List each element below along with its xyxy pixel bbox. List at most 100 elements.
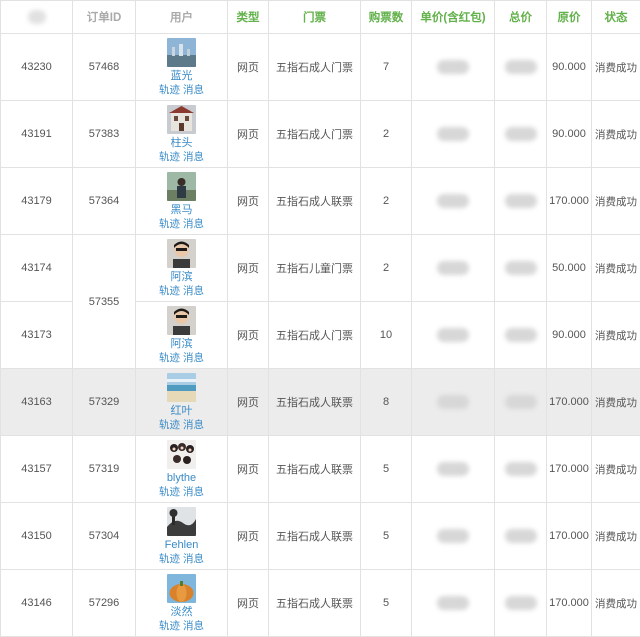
header-ticket[interactable]: 门票 xyxy=(269,1,361,34)
message-link[interactable]: 消息 xyxy=(183,419,204,431)
message-link[interactable]: 消息 xyxy=(183,352,204,364)
user-name-link[interactable]: 黑马 xyxy=(136,203,227,217)
cell-id: 43163 xyxy=(1,369,73,436)
header-total[interactable]: 总价 xyxy=(495,1,547,34)
cell-orig-price: 50.000 xyxy=(547,235,592,302)
portrait-avatar[interactable] xyxy=(167,239,196,268)
message-link[interactable]: 消息 xyxy=(183,84,204,96)
cell-orig-price: 170.000 xyxy=(547,369,592,436)
message-link[interactable]: 消息 xyxy=(183,486,204,498)
person-avatar[interactable] xyxy=(167,172,196,201)
blurred-unit-price xyxy=(437,194,469,208)
sky-avatar[interactable] xyxy=(167,38,196,67)
table-row: 43174 57355 阿滨 轨迹 消息 网页 五指石儿童门票 2 50.000… xyxy=(1,235,640,302)
user-actions: 轨迹 消息 xyxy=(136,284,227,298)
user-name-link[interactable]: 阿滨 xyxy=(136,270,227,284)
message-link[interactable]: 消息 xyxy=(183,553,204,565)
table-header-row: 订单ID 用户 类型 门票 购票数 单价(含红包) 总价 原价 状态 xyxy=(1,1,640,34)
user-actions: 轨迹 消息 xyxy=(136,217,227,231)
track-link[interactable]: 轨迹 xyxy=(159,285,180,297)
track-link[interactable]: 轨迹 xyxy=(159,620,180,632)
cell-type: 网页 xyxy=(228,302,269,369)
cell-ticket: 五指石成人联票 xyxy=(269,369,361,436)
track-link[interactable]: 轨迹 xyxy=(159,553,180,565)
track-link[interactable]: 轨迹 xyxy=(159,84,180,96)
track-link[interactable]: 轨迹 xyxy=(159,419,180,431)
blurred-unit-price xyxy=(437,529,469,543)
cell-unit-price xyxy=(412,235,495,302)
blurred-unit-price xyxy=(437,462,469,476)
doll-avatar[interactable] xyxy=(167,440,196,469)
user-name-link[interactable]: Fehlen xyxy=(136,538,227,552)
cell-id: 43157 xyxy=(1,436,73,503)
blurred-total xyxy=(505,395,537,409)
cell-user: 柱头 轨迹 消息 xyxy=(136,101,228,168)
message-link[interactable]: 消息 xyxy=(183,218,204,230)
cell-qty: 10 xyxy=(361,302,412,369)
user-name-link[interactable]: 红叶 xyxy=(136,404,227,418)
pumpkin-avatar[interactable] xyxy=(167,574,196,603)
cell-total xyxy=(495,369,547,436)
cell-type: 网页 xyxy=(228,436,269,503)
cell-qty: 2 xyxy=(361,235,412,302)
user-name-link[interactable]: blythe xyxy=(136,471,227,485)
track-link[interactable]: 轨迹 xyxy=(159,486,180,498)
user-actions: 轨迹 消息 xyxy=(136,619,227,633)
header-id[interactable] xyxy=(1,1,73,34)
header-unit-price[interactable]: 单价(含红包) xyxy=(412,1,495,34)
cell-qty: 2 xyxy=(361,101,412,168)
cell-unit-price xyxy=(412,436,495,503)
message-link[interactable]: 消息 xyxy=(183,620,204,632)
cell-order-id: 57304 xyxy=(73,503,136,570)
user-name-link[interactable]: 淡然 xyxy=(136,605,227,619)
cell-type: 网页 xyxy=(228,34,269,101)
cell-qty: 7 xyxy=(361,34,412,101)
cell-orig-price: 170.000 xyxy=(547,436,592,503)
user-name-link[interactable]: 柱头 xyxy=(136,136,227,150)
track-link[interactable]: 轨迹 xyxy=(159,218,180,230)
landscape-avatar[interactable] xyxy=(167,507,196,536)
header-user[interactable]: 用户 xyxy=(136,1,228,34)
table-row: 43157 57319 blythe 轨迹 消息 网页 五指石成人联票 5 17… xyxy=(1,436,640,503)
cell-type: 网页 xyxy=(228,101,269,168)
orders-table: 订单ID 用户 类型 门票 购票数 单价(含红包) 总价 原价 状态 43230… xyxy=(0,0,640,637)
portrait-avatar[interactable] xyxy=(167,306,196,335)
cell-id: 43179 xyxy=(1,168,73,235)
table-row: 43146 57296 淡然 轨迹 消息 网页 五指石成人联票 5 170.00… xyxy=(1,570,640,637)
header-order-id[interactable]: 订单ID xyxy=(73,1,136,34)
table-row-highlighted: 43163 57329 红叶 轨迹 消息 网页 五指石成人联票 8 170.00… xyxy=(1,369,640,436)
cell-total xyxy=(495,503,547,570)
user-actions: 轨迹 消息 xyxy=(136,83,227,97)
cell-orig-price: 170.000 xyxy=(547,570,592,637)
cell-order-id: 57319 xyxy=(73,436,136,503)
cell-order-id: 57329 xyxy=(73,369,136,436)
track-link[interactable]: 轨迹 xyxy=(159,352,180,364)
cell-id: 43174 xyxy=(1,235,73,302)
cell-ticket: 五指石成人门票 xyxy=(269,302,361,369)
cell-total xyxy=(495,101,547,168)
cell-user: 黑马 轨迹 消息 xyxy=(136,168,228,235)
message-link[interactable]: 消息 xyxy=(183,285,204,297)
cell-unit-price xyxy=(412,570,495,637)
message-link[interactable]: 消息 xyxy=(183,151,204,163)
building-avatar[interactable] xyxy=(167,105,196,134)
blurred-unit-price xyxy=(437,60,469,74)
header-orig-price[interactable]: 原价 xyxy=(547,1,592,34)
user-name-link[interactable]: 蓝光 xyxy=(136,69,227,83)
blurred-total xyxy=(505,328,537,342)
blurred-unit-price xyxy=(437,596,469,610)
header-type[interactable]: 类型 xyxy=(228,1,269,34)
cell-qty: 5 xyxy=(361,503,412,570)
blurred-total xyxy=(505,596,537,610)
user-name-link[interactable]: 阿滨 xyxy=(136,337,227,351)
header-status[interactable]: 状态 xyxy=(592,1,640,34)
blurred-unit-price xyxy=(437,328,469,342)
cell-user: 蓝光 轨迹 消息 xyxy=(136,34,228,101)
cell-orig-price: 170.000 xyxy=(547,503,592,570)
header-qty[interactable]: 购票数 xyxy=(361,1,412,34)
user-actions: 轨迹 消息 xyxy=(136,150,227,164)
track-link[interactable]: 轨迹 xyxy=(159,151,180,163)
user-actions: 轨迹 消息 xyxy=(136,418,227,432)
beach-avatar[interactable] xyxy=(167,373,196,402)
cell-user: blythe 轨迹 消息 xyxy=(136,436,228,503)
